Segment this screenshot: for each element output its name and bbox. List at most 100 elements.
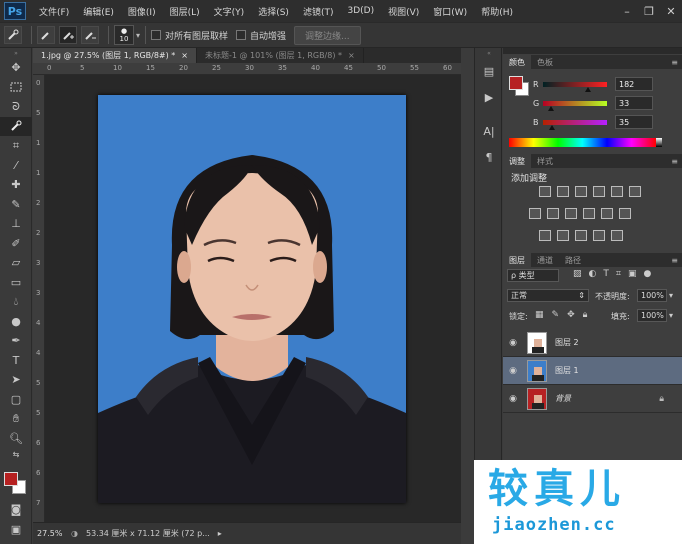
crop-tool[interactable]: ⌗ xyxy=(0,136,32,156)
layer-row[interactable]: ◉ 图层 1 xyxy=(503,357,682,385)
blue-slider[interactable] xyxy=(543,119,607,130)
status-menu-arrow-icon[interactable]: ▸ xyxy=(218,529,222,538)
tab-doc-2[interactable]: 未标题-1 @ 101% (图层 1, RGB/8) * × xyxy=(197,48,364,63)
blend-mode-select[interactable]: 正常 ⇕ xyxy=(507,289,589,302)
paragraph-panel-button[interactable]: ¶ xyxy=(475,144,503,170)
add-to-selection-button[interactable] xyxy=(59,26,77,44)
close-icon[interactable]: × xyxy=(348,51,355,60)
eye-icon[interactable]: ◉ xyxy=(503,338,523,348)
menu-3d[interactable]: 3D(D) xyxy=(340,6,381,16)
tab-adjustments[interactable]: 调整 xyxy=(503,154,531,168)
lock-transparency-icon[interactable]: ▦ xyxy=(535,310,544,320)
threshold-icon[interactable] xyxy=(575,230,587,241)
brightness-contrast-icon[interactable] xyxy=(539,186,551,197)
move-tool[interactable]: ✥ xyxy=(0,58,32,78)
type-tool[interactable]: T xyxy=(0,351,32,371)
type-filter-icon[interactable]: T xyxy=(603,269,609,279)
hue-saturation-icon[interactable] xyxy=(529,208,541,219)
menu-select[interactable]: 选择(S) xyxy=(251,5,296,18)
close-icon[interactable]: × xyxy=(181,51,188,60)
gradient-map-icon[interactable] xyxy=(593,230,605,241)
lasso-tool[interactable]: ᘐ xyxy=(0,97,32,117)
panel-menu-icon[interactable]: ≡ xyxy=(671,256,678,265)
layer-row[interactable]: ◉ 背景 🔒︎ xyxy=(503,385,682,413)
eye-icon[interactable]: ◉ xyxy=(503,366,523,376)
character-panel-button[interactable]: A| xyxy=(475,118,503,144)
green-slider[interactable] xyxy=(543,100,607,111)
auto-enhance-checkbox[interactable] xyxy=(236,30,247,40)
tab-channels[interactable]: 通道 xyxy=(531,253,559,267)
chevron-down-icon[interactable]: ▾ xyxy=(669,311,673,320)
green-value-field[interactable]: 33 xyxy=(615,96,653,110)
fill-field[interactable]: 100% xyxy=(637,309,667,322)
curves-icon[interactable] xyxy=(575,186,587,197)
foreground-color-chip[interactable] xyxy=(4,472,18,486)
color-lookup-icon[interactable] xyxy=(619,208,631,219)
restore-button[interactable]: ❐ xyxy=(638,0,660,22)
blue-slider-knob[interactable] xyxy=(548,124,555,130)
tab-paths[interactable]: 路径 xyxy=(559,253,587,267)
red-slider[interactable] xyxy=(543,81,607,92)
eraser-tool[interactable]: ▱ xyxy=(0,253,32,273)
color-balance-icon[interactable] xyxy=(547,208,559,219)
marquee-tool[interactable] xyxy=(0,78,32,98)
quick-mask-button[interactable]: ◙ xyxy=(0,500,32,520)
photo-filter-icon[interactable] xyxy=(583,208,595,219)
subtract-selection-button[interactable] xyxy=(81,26,99,44)
vibrance-triangle-icon[interactable] xyxy=(629,186,641,197)
levels-icon[interactable] xyxy=(557,186,569,197)
eyedropper-tool[interactable]: ⁄ xyxy=(0,156,32,176)
tab-layers[interactable]: 图层 xyxy=(503,253,531,267)
menu-type[interactable]: 文字(Y) xyxy=(207,5,252,18)
sample-all-layers-checkbox[interactable] xyxy=(151,30,162,40)
tab-styles[interactable]: 样式 xyxy=(531,154,559,168)
menu-filter[interactable]: 滤镜(T) xyxy=(296,5,341,18)
clone-stamp-tool[interactable]: ⊥ xyxy=(0,214,32,234)
lock-pixels-icon[interactable]: ✎ xyxy=(552,310,560,320)
zoom-tool[interactable]: 🔍︎ xyxy=(0,429,32,449)
dodge-tool[interactable]: ● xyxy=(0,312,32,332)
tab-swatches[interactable]: 色板 xyxy=(531,55,559,69)
red-value-field[interactable]: 182 xyxy=(615,77,653,91)
panel-menu-icon[interactable]: ≡ xyxy=(671,157,678,166)
history-panel-button[interactable]: ▤ xyxy=(475,58,503,84)
brush-tool[interactable]: ✎ xyxy=(0,195,32,215)
shape-filter-icon[interactable]: ⌗ xyxy=(616,269,621,279)
tab-color[interactable]: 颜色 xyxy=(503,55,531,69)
posterize-icon[interactable] xyxy=(557,230,569,241)
history-brush-tool[interactable]: ✐ xyxy=(0,234,32,254)
brush-size-picker[interactable]: ● 10 xyxy=(114,25,134,45)
chevron-down-icon[interactable]: ▾ xyxy=(136,31,140,40)
menu-edit[interactable]: 编辑(E) xyxy=(76,5,121,18)
refine-edge-button[interactable]: 调整边缘... xyxy=(294,25,361,45)
chevron-down-icon[interactable]: ▾ xyxy=(669,291,673,300)
menu-view[interactable]: 视图(V) xyxy=(381,5,426,18)
healing-brush-tool[interactable]: ✚ xyxy=(0,175,32,195)
invert-icon[interactable] xyxy=(539,230,551,241)
panel-collapse-icon[interactable]: » xyxy=(0,48,32,58)
eye-icon[interactable]: ◉ xyxy=(503,394,523,404)
actions-panel-button[interactable]: ▶ xyxy=(475,84,503,110)
gradient-tool[interactable]: ▭ xyxy=(0,273,32,293)
canvas-area[interactable] xyxy=(45,75,461,522)
zoom-level[interactable]: 27.5% xyxy=(37,527,71,541)
path-selection-tool[interactable]: ➤ xyxy=(0,370,32,390)
menu-file[interactable]: 文件(F) xyxy=(32,5,76,18)
opacity-field[interactable]: 100% xyxy=(637,289,667,302)
black-white-icon[interactable] xyxy=(565,208,577,219)
menu-window[interactable]: 窗口(W) xyxy=(426,5,474,18)
lock-position-icon[interactable]: ✥ xyxy=(567,310,575,320)
menu-layer[interactable]: 图层(L) xyxy=(163,5,207,18)
channel-mixer-icon[interactable] xyxy=(601,208,613,219)
quick-selection-tool[interactable] xyxy=(0,116,32,136)
selective-color-icon[interactable] xyxy=(611,230,623,241)
minimize-button[interactable]: – xyxy=(616,0,638,22)
pixel-filter-icon[interactable]: ▨ xyxy=(573,269,582,279)
dock-collapse-icon[interactable]: « xyxy=(475,48,503,58)
tool-preset-picker[interactable] xyxy=(4,26,22,44)
close-button[interactable]: ✕ xyxy=(660,0,682,22)
panel-foreground-chip[interactable] xyxy=(509,76,523,90)
blur-tool[interactable]: 💧︎ xyxy=(0,292,32,312)
lock-all-icon[interactable]: 🔒︎ xyxy=(583,310,588,320)
green-slider-knob[interactable] xyxy=(548,105,555,111)
